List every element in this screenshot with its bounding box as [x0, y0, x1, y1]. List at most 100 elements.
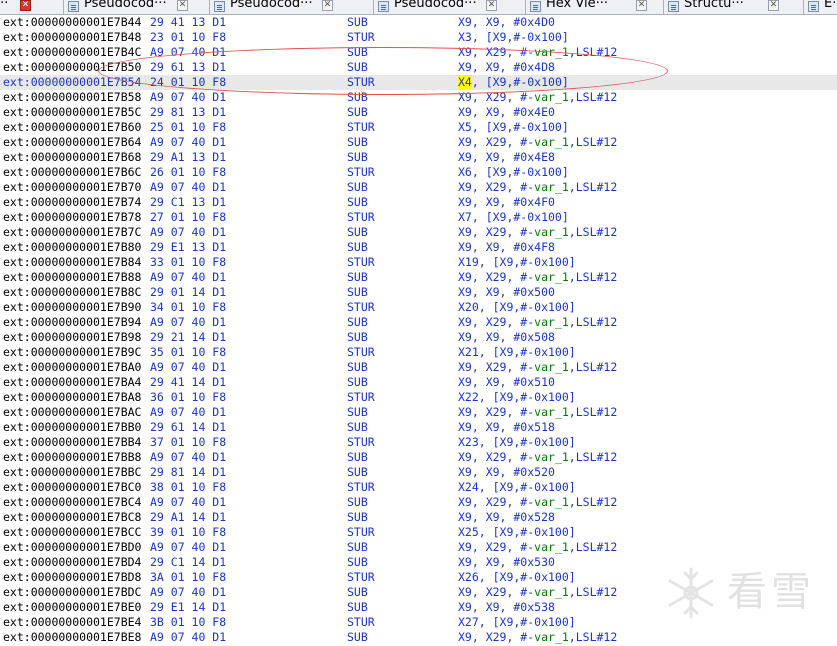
close-icon[interactable]: ✕ [20, 0, 31, 11]
listing-row[interactable]: ext:00000000001E7B90 34 01 10 F8 STUR X20, … [0, 300, 837, 315]
stack-var-symbol[interactable]: var_1 [534, 585, 569, 599]
opcode-bytes: 29 C1 14 D1 [150, 555, 227, 569]
close-icon[interactable]: ✕ [177, 0, 188, 11]
stack-var-symbol[interactable]: var_1 [534, 45, 569, 59]
tab-5[interactable]: Structu··· ✕ [668, 0, 806, 14]
stack-var-symbol[interactable]: var_1 [534, 630, 569, 644]
opcode-bytes: 39 01 10 F8 [150, 525, 227, 539]
stack-var-symbol[interactable]: var_1 [534, 180, 569, 194]
listing-row[interactable]: ext:00000000001E7B70 A9 07 40 D1 SUB X9, X2… [0, 180, 837, 195]
watermark: 看雪 [663, 563, 833, 623]
operands: X9, X29, #-var_1,LSL#12 [458, 405, 617, 420]
tab-2[interactable]: Pseudocod··· ✕ [214, 0, 376, 14]
address: ext:00000000001E7BDC [3, 585, 142, 599]
close-icon[interactable]: ✕ [322, 0, 333, 11]
operands: X9, X9, #0x4E8 [458, 150, 555, 165]
mnemonic: SUB [347, 585, 368, 599]
address: ext:00000000001E7B90 [3, 300, 142, 314]
listing-row[interactable]: ext:00000000001E7B94 A9 07 40 D1 SUB X9, X2… [0, 315, 837, 330]
address: ext:00000000001E7BB4 [3, 435, 142, 449]
listing-row[interactable]: ext:00000000001E7BAC A9 07 40 D1 SUB X9, X2… [0, 405, 837, 420]
operand-text: X23, [X9,#-0x100] [458, 435, 576, 449]
mnemonic: STUR [347, 480, 375, 494]
mnemonic: SUB [347, 600, 368, 614]
listing-row[interactable]: ext:00000000001E7BCC 39 01 10 F8 STUR X25, … [0, 525, 837, 540]
listing-row[interactable]: ext:00000000001E7BB8 A9 07 40 D1 SUB X9, X2… [0, 450, 837, 465]
operands: X3, [X9,#-0x100] [458, 30, 569, 45]
listing-row[interactable]: ext:00000000001E7BBC 29 81 14 D1 SUB X9, X9… [0, 465, 837, 480]
opcode-bytes: 29 A1 14 D1 [150, 510, 227, 524]
listing-row[interactable]: ext:00000000001E7BE8 A9 07 40 D1 SUB X9, X2… [0, 630, 837, 645]
mnemonic: SUB [347, 270, 368, 284]
listing-row[interactable]: ext:00000000001E7B98 29 21 14 D1 SUB X9, X9… [0, 330, 837, 345]
operand-text: ,LSL#12 [568, 90, 618, 104]
stack-var-symbol[interactable]: var_1 [534, 315, 569, 329]
listing-row[interactable]: ext:00000000001E7B88 A9 07 40 D1 SUB X9, X2… [0, 270, 837, 285]
operands: X4, [X9,#-0x100] [458, 75, 569, 90]
tab-3[interactable]: Pseudocod··· ✕ [378, 0, 528, 14]
tab-4[interactable]: Hex Vie··· ✕ [530, 0, 666, 14]
listing-row[interactable]: ext:00000000001E7B48 23 01 10 F8 STUR X3, [… [0, 30, 837, 45]
mnemonic: SUB [347, 555, 368, 569]
operands: X9, X9, #0x520 [458, 465, 555, 480]
listing-row[interactable]: ext:00000000001E7BB4 37 01 10 F8 STUR X23, … [0, 435, 837, 450]
mnemonic: SUB [347, 360, 368, 374]
stack-var-symbol[interactable]: var_1 [534, 270, 569, 284]
listing-row[interactable]: ext:00000000001E7B78 27 01 10 F8 STUR X7, [… [0, 210, 837, 225]
listing-row[interactable]: ext:00000000001E7BA0 A9 07 40 D1 SUB X9, X2… [0, 360, 837, 375]
listing-row[interactable]: ext:00000000001E7B5C 29 81 13 D1 SUB X9, X9… [0, 105, 837, 120]
address: ext:00000000001E7B4C [3, 45, 142, 59]
opcode-bytes: 37 01 10 F8 [150, 435, 227, 449]
highlighted-register[interactable]: X4 [458, 75, 472, 89]
listing-row[interactable]: ext:00000000001E7B9C 35 01 10 F8 STUR X21, … [0, 345, 837, 360]
close-icon[interactable]: ✕ [768, 0, 779, 11]
tab-6[interactable]: E··· [808, 0, 837, 14]
listing-row[interactable]: ext:00000000001E7B84 33 01 10 F8 STUR X19, … [0, 255, 837, 270]
stack-var-symbol[interactable]: var_1 [534, 135, 569, 149]
operand-text: X9, X9, #0x500 [458, 285, 555, 299]
listing-row[interactable]: ext:00000000001E7B58 A9 07 40 D1 SUB X9, X2… [0, 90, 837, 105]
listing-row[interactable]: ext:00000000001E7B64 A9 07 40 D1 SUB X9, X2… [0, 135, 837, 150]
mnemonic: SUB [347, 510, 368, 524]
disassembly-listing[interactable]: ext:00000000001E7B44 29 41 13 D1 SUB X9, X9… [0, 15, 837, 645]
stack-var-symbol[interactable]: var_1 [534, 540, 569, 554]
stack-var-symbol[interactable]: var_1 [534, 495, 569, 509]
listing-row[interactable]: ext:00000000001E7B8C 29 01 14 D1 SUB X9, X9… [0, 285, 837, 300]
listing-row[interactable]: ext:00000000001E7BA4 29 41 14 D1 SUB X9, X9… [0, 375, 837, 390]
close-icon[interactable]: ✕ [636, 0, 647, 11]
listing-row[interactable]: ext:00000000001E7B60 25 01 10 F8 STUR X5, [… [0, 120, 837, 135]
mnemonic: SUB [347, 465, 368, 479]
listing-row[interactable]: ext:00000000001E7BB0 29 61 14 D1 SUB X9, X9… [0, 420, 837, 435]
listing-row[interactable]: ext:00000000001E7B74 29 C1 13 D1 SUB X9, X9… [0, 195, 837, 210]
stack-var-symbol[interactable]: var_1 [534, 405, 569, 419]
listing-row[interactable]: ext:00000000001E7BD0 A9 07 40 D1 SUB X9, X2… [0, 540, 837, 555]
stack-var-symbol[interactable]: var_1 [534, 360, 569, 374]
listing-row[interactable]: ext:00000000001E7BC8 29 A1 14 D1 SUB X9, X9… [0, 510, 837, 525]
stack-var-symbol[interactable]: var_1 [534, 90, 569, 104]
operands: X9, X29, #-var_1,LSL#12 [458, 225, 617, 240]
listing-row[interactable]: ext:00000000001E7BC4 A9 07 40 D1 SUB X9, X2… [0, 495, 837, 510]
close-icon[interactable]: ✕ [486, 0, 497, 11]
listing-row[interactable]: ext:00000000001E7B54 24 01 10 F8 STUR X4, [… [0, 75, 837, 90]
operands: X9, X9, #0x4F0 [458, 195, 555, 210]
stack-var-symbol[interactable]: var_1 [534, 225, 569, 239]
address: ext:00000000001E7B44 [3, 15, 142, 29]
opcode-bytes: 24 01 10 F8 [150, 75, 227, 89]
listing-row[interactable]: ext:00000000001E7B7C A9 07 40 D1 SUB X9, X2… [0, 225, 837, 240]
tab-separator [803, 0, 804, 14]
listing-row[interactable]: ext:00000000001E7B50 29 61 13 D1 SUB X9, X9… [0, 60, 837, 75]
listing-row[interactable]: ext:00000000001E7BA8 36 01 10 F8 STUR X22, … [0, 390, 837, 405]
listing-row[interactable]: ext:00000000001E7BC0 38 01 10 F8 STUR X24, … [0, 480, 837, 495]
address: ext:00000000001E7B6C [3, 165, 142, 179]
listing-row[interactable]: ext:00000000001E7B4C A9 07 40 D1 SUB X9, X2… [0, 45, 837, 60]
listing-row[interactable]: ext:00000000001E7B44 29 41 13 D1 SUB X9, X9… [0, 15, 837, 30]
listing-row[interactable]: ext:00000000001E7B6C 26 01 10 F8 STUR X6, [… [0, 165, 837, 180]
tab-0[interactable]: e··· ✕ [0, 0, 66, 14]
opcode-bytes: 29 81 13 D1 [150, 105, 227, 119]
listing-row[interactable]: ext:00000000001E7B68 29 A1 13 D1 SUB X9, X9… [0, 150, 837, 165]
listing-row[interactable]: ext:00000000001E7B80 29 E1 13 D1 SUB X9, X9… [0, 240, 837, 255]
mnemonic: STUR [347, 615, 375, 629]
view-icon [378, 1, 389, 12]
tab-1[interactable]: Pseudocod··· ✕ [68, 0, 212, 14]
stack-var-symbol[interactable]: var_1 [534, 450, 569, 464]
